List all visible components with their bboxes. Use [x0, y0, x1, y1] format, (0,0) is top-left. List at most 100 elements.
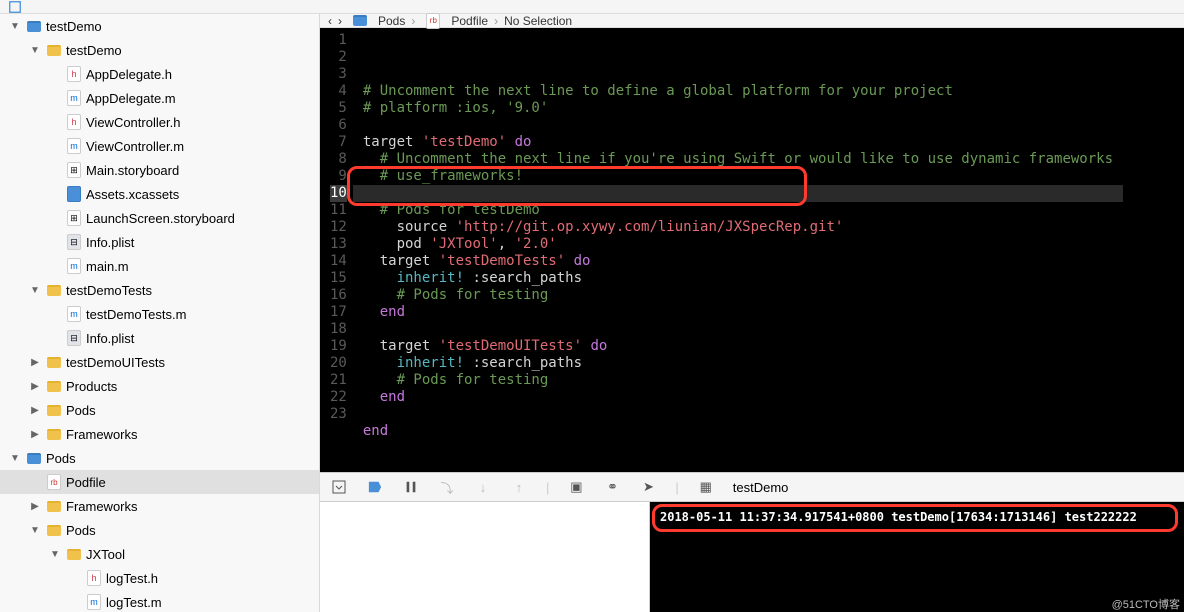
crumb-selection[interactable]: No Selection	[504, 14, 572, 28]
debug-target-label[interactable]: testDemo	[733, 480, 789, 495]
disclosure-icon[interactable]: ▶	[28, 403, 42, 417]
tree-row-frameworks[interactable]: ▶ Frameworks	[0, 422, 319, 446]
folder-yellow-icon	[46, 378, 62, 394]
file-sb-icon: ⊞	[66, 210, 82, 226]
code-line[interactable]	[363, 406, 1113, 423]
tree-row-viewcontroller-m[interactable]: ▶mViewController.m	[0, 134, 319, 158]
variables-view[interactable]	[320, 502, 650, 612]
disclosure-icon[interactable]: ▶	[28, 427, 42, 441]
code-content[interactable]: # Uncomment the next line to define a gl…	[353, 28, 1123, 472]
tree-row-logtest-h[interactable]: ▶hlogTest.h	[0, 566, 319, 590]
folder-blue-icon	[26, 18, 42, 34]
code-line[interactable]: # Uncomment the next line to define a gl…	[363, 83, 1113, 100]
step-over-icon[interactable]: ⤵	[438, 478, 456, 496]
tree-row-viewcontroller-h[interactable]: ▶hViewController.h	[0, 110, 319, 134]
folder-yellow-icon	[46, 426, 62, 442]
console-output[interactable]: 2018-05-11 11:37:34.917541+0800 testDemo…	[650, 502, 1184, 612]
line-number: 13	[330, 236, 347, 253]
hide-debug-icon[interactable]	[330, 478, 348, 496]
tree-row-logtest-m[interactable]: ▶mlogTest.m	[0, 590, 319, 612]
code-line[interactable]: # use_frameworks!	[363, 168, 1113, 185]
disclosure-icon[interactable]: ▼	[8, 451, 22, 465]
disclosure-icon[interactable]: ▼	[48, 547, 62, 561]
code-line[interactable]	[363, 457, 1113, 472]
code-line[interactable]	[363, 117, 1113, 134]
code-line[interactable]: # Pods for testing	[363, 372, 1113, 389]
tree-item-label: Assets.xcassets	[86, 187, 179, 202]
code-line[interactable]	[363, 440, 1113, 457]
code-line[interactable]: inherit! :search_paths	[363, 270, 1113, 287]
watermark: @51CTO博客	[1112, 596, 1180, 612]
tree-item-label: ViewController.m	[86, 139, 184, 154]
disclosure-icon[interactable]: ▼	[28, 523, 42, 537]
code-line[interactable]: end	[363, 389, 1113, 406]
line-number: 15	[330, 270, 347, 287]
file-h-icon: h	[66, 114, 82, 130]
code-line[interactable]: # Pods for testing	[363, 287, 1113, 304]
code-line[interactable]: end	[363, 423, 1113, 440]
line-number: 6	[330, 117, 347, 134]
code-line[interactable]: target 'testDemo' do	[363, 134, 1113, 151]
file-m-icon: m	[66, 306, 82, 322]
tree-row-appdelegate-m[interactable]: ▶mAppDelegate.m	[0, 86, 319, 110]
tree-row-products[interactable]: ▶Products	[0, 374, 319, 398]
memory-graph-icon[interactable]: ⚭	[603, 478, 621, 496]
crumb-podfile[interactable]: Podfile	[451, 14, 488, 28]
disclosure-icon[interactable]: ▼	[8, 19, 22, 33]
step-into-icon[interactable]: ↓	[474, 478, 492, 496]
tree-row-appdelegate-h[interactable]: ▶hAppDelegate.h	[0, 62, 319, 86]
code-line[interactable]: end	[363, 304, 1113, 321]
tree-row-launchscreen-storyboard[interactable]: ▶⊞LaunchScreen.storyboard	[0, 206, 319, 230]
line-number: 17	[330, 304, 347, 321]
file-m-icon: m	[86, 594, 102, 610]
tab-icon[interactable]	[8, 0, 22, 14]
code-line[interactable]: pod 'JXTool', '2.0'	[363, 236, 1113, 253]
tree-row-info-plist[interactable]: ▶⊟Info.plist	[0, 230, 319, 254]
nav-back-icon[interactable]: ‹	[328, 14, 332, 28]
tree-row-testdemotests[interactable]: ▼testDemoTests	[0, 278, 319, 302]
code-line[interactable]: # platform :ios, '9.0'	[363, 100, 1113, 117]
disclosure-icon[interactable]: ▶	[28, 499, 42, 513]
crumb-pods[interactable]: Pods	[378, 14, 405, 28]
tree-row-pods[interactable]: ▶Pods	[0, 398, 319, 422]
tree-row-testdemo[interactable]: ▼testDemo	[0, 14, 319, 38]
disclosure-icon[interactable]: ▶	[28, 355, 42, 369]
code-line[interactable]: # Uncomment the next line if you're usin…	[363, 151, 1113, 168]
tree-row-pods[interactable]: ▼Pods	[0, 518, 319, 542]
disclosure-icon[interactable]: ▶	[28, 379, 42, 393]
tree-row-main-m[interactable]: ▶mmain.m	[0, 254, 319, 278]
tree-row-podfile[interactable]: ▶rbPodfile	[0, 470, 319, 494]
tree-item-label: logTest.h	[106, 571, 158, 586]
disclosure-icon[interactable]: ▼	[28, 43, 42, 57]
tree-row-testdemo[interactable]: ▼testDemo	[0, 38, 319, 62]
code-line[interactable]: # Pods for testDemo	[363, 202, 1113, 219]
step-out-icon[interactable]: ↑	[510, 478, 528, 496]
tree-row-info-plist[interactable]: ▶⊟Info.plist	[0, 326, 319, 350]
pause-icon[interactable]	[402, 478, 420, 496]
code-line[interactable]	[363, 321, 1113, 338]
tree-row-main-storyboard[interactable]: ▶⊞Main.storyboard	[0, 158, 319, 182]
code-line[interactable]: source 'http://git.op.xywy.com/liunian/J…	[363, 219, 1113, 236]
tree-row-pods[interactable]: ▼Pods	[0, 446, 319, 470]
code-line[interactable]: target 'testDemoTests' do	[363, 253, 1113, 270]
line-number: 21	[330, 372, 347, 389]
view-debug-icon[interactable]: ▣	[567, 478, 585, 496]
nav-forward-icon[interactable]: ›	[338, 14, 342, 28]
code-editor[interactable]: 1234567891011121314151617181920212223 # …	[320, 28, 1184, 472]
tree-item-label: testDemoTests.m	[86, 307, 186, 322]
tree-row-testdemotests-m[interactable]: ▶mtestDemoTests.m	[0, 302, 319, 326]
tree-item-label: logTest.m	[106, 595, 162, 610]
code-line[interactable]: target 'testDemoUITests' do	[363, 338, 1113, 355]
project-navigator[interactable]: ▼testDemo▼testDemo▶hAppDelegate.h▶mAppDe…	[0, 14, 320, 612]
tree-item-label: Frameworks	[66, 427, 138, 442]
location-icon[interactable]: ➤	[639, 478, 657, 496]
tree-row-jxtool[interactable]: ▼JXTool	[0, 542, 319, 566]
tree-row-testdemouitests[interactable]: ▶testDemoUITests	[0, 350, 319, 374]
tree-row-assets-xcassets[interactable]: ▶Assets.xcassets	[0, 182, 319, 206]
breakpoint-icon[interactable]	[366, 478, 384, 496]
editor-breadcrumb[interactable]: ‹ › Pods › rb Podfile › No Selection	[320, 14, 1184, 28]
disclosure-icon[interactable]: ▼	[28, 283, 42, 297]
file-plist-icon: ⊟	[66, 330, 82, 346]
tree-row-frameworks[interactable]: ▶Frameworks	[0, 494, 319, 518]
code-line[interactable]: inherit! :search_paths	[363, 355, 1113, 372]
